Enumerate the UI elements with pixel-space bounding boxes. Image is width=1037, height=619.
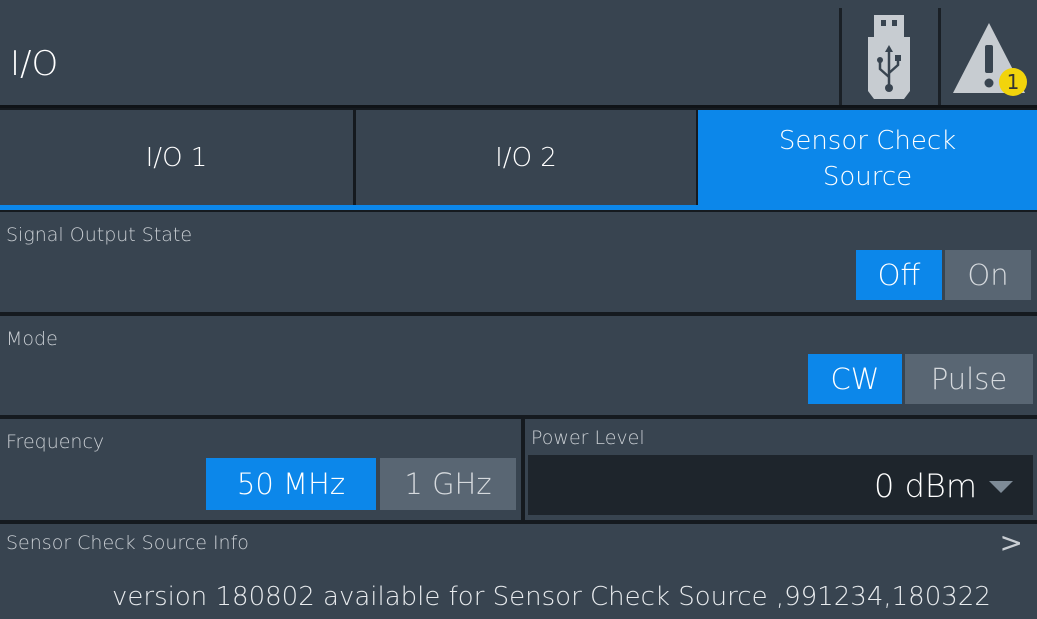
warning-count-badge: 1 — [999, 68, 1027, 96]
tab-io-2[interactable]: I/O 2 — [356, 110, 696, 206]
power-level-value: 0 dBm — [874, 467, 977, 505]
tab-label-line2: Source — [822, 161, 913, 192]
tab-label: I/O 2 — [495, 143, 557, 173]
active-tab-underline — [0, 205, 1037, 210]
usb-stick-icon — [867, 14, 910, 99]
tab-label-line1: Sensor Check — [778, 125, 957, 156]
signal-output-label: Signal Output State — [6, 224, 193, 246]
mode-cw-button[interactable]: CW — [808, 354, 902, 404]
info-text: version 180802 available for Sensor Chec… — [112, 582, 991, 612]
tab-label: I/O 1 — [145, 143, 208, 173]
mode-label: Mode — [6, 328, 58, 350]
power-level-dropdown[interactable]: 0 dBm — [528, 455, 1033, 515]
mode-pulse-button[interactable]: Pulse — [905, 354, 1033, 404]
page-title: I/O — [10, 44, 59, 84]
signal-output-panel: Signal Output State Off On — [0, 212, 1037, 312]
sensor-check-info-panel[interactable]: Sensor Check Source Info > version 18080… — [0, 524, 1037, 619]
frequency-50mhz-button[interactable]: 50 MHz — [206, 458, 376, 510]
signal-output-on-button[interactable]: On — [945, 250, 1031, 300]
usb-button[interactable] — [839, 8, 935, 105]
signal-output-off-button[interactable]: Off — [856, 250, 942, 300]
frequency-1ghz-button[interactable]: 1 GHz — [380, 458, 516, 510]
tab-io-1[interactable]: I/O 1 — [0, 110, 353, 206]
tab-sensor-check-source[interactable]: Sensor Check Source — [698, 110, 1037, 207]
frequency-label: Frequency — [6, 431, 105, 453]
chevron-right-icon: > — [999, 526, 1023, 559]
frequency-panel: Frequency 50 MHz 1 GHz — [0, 419, 521, 520]
info-label: Sensor Check Source Info — [6, 532, 249, 554]
tab-bar: I/O 1 I/O 2 Sensor Check Source — [0, 110, 1037, 210]
power-level-label: Power Level — [531, 427, 645, 449]
title-bar: I/O 1 — [0, 0, 1037, 108]
tab-label: Sensor Check Source — [779, 123, 956, 195]
mode-panel: Mode CW Pulse — [0, 316, 1037, 415]
chevron-down-icon — [989, 481, 1013, 493]
